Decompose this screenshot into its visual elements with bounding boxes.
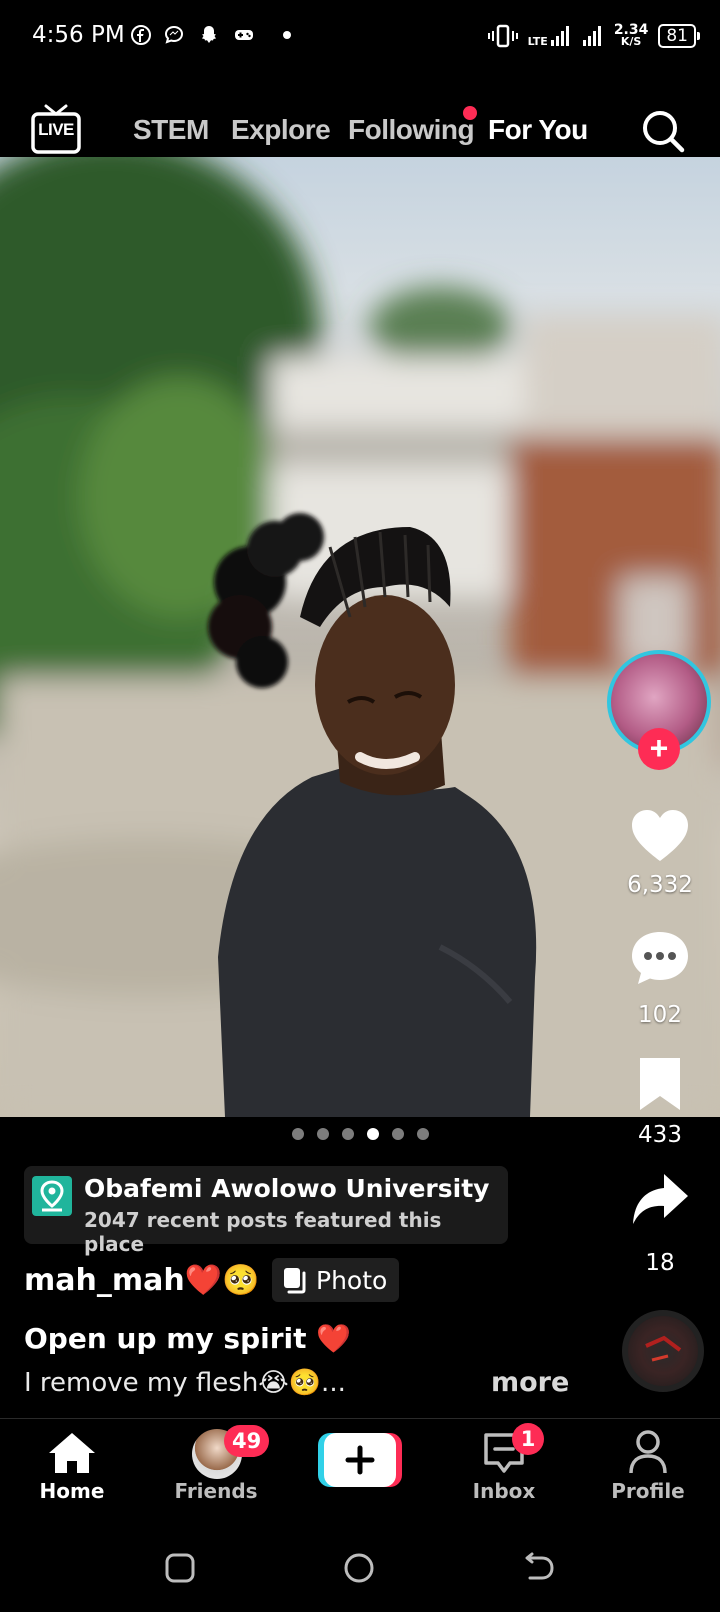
network-speed: 2.34 K/S [614, 23, 649, 47]
signal-icon [550, 26, 569, 46]
comment-icon[interactable] [630, 930, 690, 986]
friends-badge: 49 [224, 1425, 270, 1457]
profile-icon [629, 1430, 667, 1474]
share-icon[interactable] [630, 1172, 690, 1228]
nav-profile-label: Profile [611, 1479, 685, 1503]
pager-dot-active[interactable] [366, 1128, 379, 1140]
battery-indicator: 81 [658, 24, 700, 48]
username-text: mah_mah [24, 1263, 185, 1298]
photo-type-badge: Photo [272, 1258, 400, 1302]
follow-button[interactable]: + [638, 728, 680, 770]
tab-explore[interactable]: Explore [231, 114, 331, 146]
pager-dot[interactable] [391, 1128, 404, 1140]
place-subtitle: 2047 recent posts featured this place [84, 1208, 442, 1256]
location-pin-icon [32, 1176, 72, 1216]
top-nav: LIVE STEM Explore Following For You [0, 100, 720, 171]
pager-dot[interactable] [416, 1128, 429, 1140]
inbox-badge: 1 [512, 1423, 544, 1455]
tab-for-you[interactable]: For You [488, 114, 588, 146]
nav-home[interactable]: Home [12, 1419, 132, 1519]
pager-dot[interactable] [291, 1128, 304, 1140]
nav-inbox[interactable]: 1 Inbox [444, 1419, 564, 1519]
place-name: Obafemi Awolowo University [84, 1174, 490, 1203]
nav-friends[interactable]: 49 Friends [156, 1419, 276, 1519]
vibrate-icon [487, 24, 518, 48]
photo-type-label: Photo [316, 1265, 388, 1295]
notification-dot [283, 31, 291, 39]
tab-stem[interactable]: STEM [133, 114, 209, 146]
photo-stack-icon [284, 1268, 306, 1294]
post-title-text: Open up my spirit [24, 1322, 307, 1355]
back-icon[interactable] [522, 1552, 556, 1584]
post-photo[interactable] [0, 157, 720, 1117]
signal-icon-2 [582, 26, 601, 46]
post-title-emoji: ❤️ [316, 1322, 352, 1355]
comment-count: 102 [638, 1002, 682, 1028]
nav-friends-label: Friends [174, 1479, 258, 1503]
bookmark-icon[interactable] [630, 1056, 690, 1112]
network-type: LTE [527, 35, 548, 48]
more-button[interactable]: more [491, 1367, 569, 1398]
heart-icon[interactable] [630, 808, 690, 864]
nav-profile[interactable]: Profile [588, 1419, 708, 1519]
create-button[interactable] [318, 1433, 402, 1487]
messenger-icon [164, 25, 184, 44]
live-label: LIVE [38, 120, 74, 139]
place-card[interactable]: Obafemi Awolowo University 2047 recent p… [24, 1166, 508, 1256]
system-nav-bar [0, 1518, 720, 1612]
following-new-dot [463, 106, 477, 120]
home-icon [49, 1433, 95, 1473]
username[interactable]: mah_mah❤️🥺 [24, 1263, 259, 1298]
post-title: Open up my spirit ❤️ [24, 1322, 351, 1355]
like-count: 6,332 [627, 872, 693, 898]
recent-apps-icon[interactable] [164, 1552, 196, 1584]
music-disc-art [645, 1335, 682, 1362]
bottom-nav: Home 49 Friends 1 Inbox Profile [0, 1418, 720, 1518]
photo-illustration [0, 157, 720, 1117]
status-time: 4:56 PM [32, 22, 125, 48]
save-count: 433 [638, 1122, 682, 1148]
share-count: 18 [645, 1250, 675, 1276]
music-disc[interactable] [622, 1310, 704, 1392]
tab-following[interactable]: Following [348, 114, 475, 146]
plus-icon [318, 1433, 402, 1487]
facebook-icon [131, 25, 151, 45]
status-bar: 4:56 PM LTE 2.34 K/S 81 [0, 0, 720, 72]
pager-dot[interactable] [316, 1128, 329, 1140]
game-controller-icon [235, 30, 253, 40]
search-icon[interactable] [640, 108, 686, 154]
home-circle-icon[interactable] [343, 1552, 375, 1584]
username-emoji: ❤️🥺 [184, 1263, 260, 1298]
nav-inbox-label: Inbox [472, 1479, 536, 1503]
post-description: I remove my flesh😭🥺... [24, 1368, 346, 1398]
snapchat-icon [202, 26, 216, 43]
pager-dot[interactable] [341, 1128, 354, 1140]
status-right: LTE 2.34 K/S 81 [487, 20, 700, 52]
nav-home-label: Home [39, 1479, 105, 1503]
